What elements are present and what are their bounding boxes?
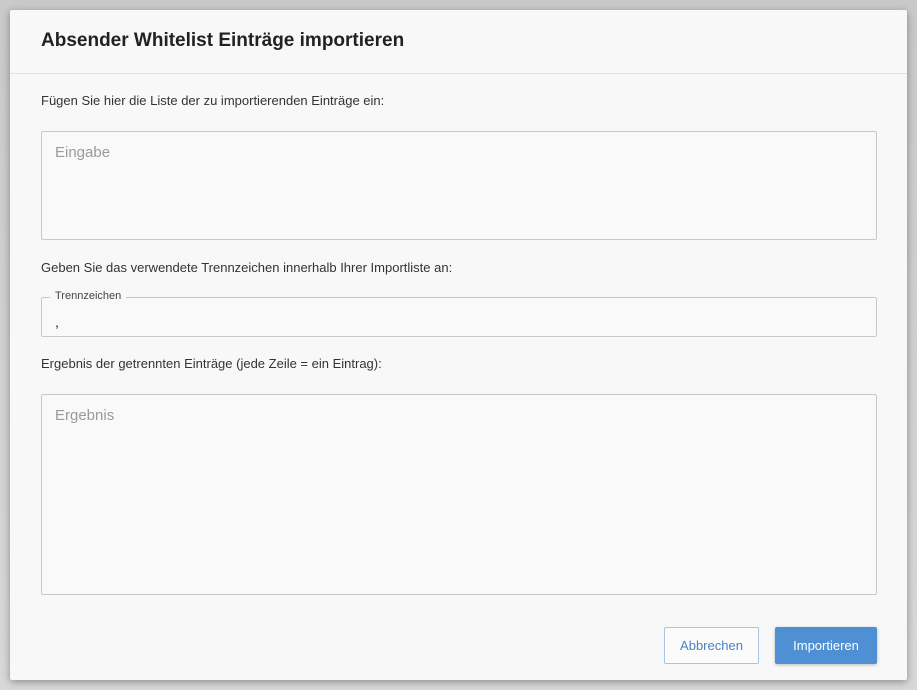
cancel-button[interactable]: Abbrechen bbox=[664, 627, 759, 664]
input-textarea-container bbox=[41, 131, 877, 240]
import-button[interactable]: Importieren bbox=[775, 627, 877, 664]
input-label: Fügen Sie hier die Liste der zu importie… bbox=[41, 93, 385, 108]
separator-label: Geben Sie das verwendete Trennzeichen in… bbox=[41, 260, 453, 275]
dialog-header: Absender Whitelist Einträge importieren bbox=[10, 10, 907, 74]
result-textarea-container bbox=[41, 394, 877, 595]
result-textarea[interactable] bbox=[42, 395, 876, 594]
dialog-title: Absender Whitelist Einträge importieren bbox=[41, 30, 405, 51]
input-textarea[interactable] bbox=[42, 132, 876, 239]
result-label: Ergebnis der getrennten Einträge (jede Z… bbox=[41, 356, 382, 371]
separator-field: Trennzeichen bbox=[41, 290, 877, 337]
import-dialog: Absender Whitelist Einträge importieren … bbox=[10, 10, 907, 680]
separator-input[interactable] bbox=[42, 298, 876, 336]
